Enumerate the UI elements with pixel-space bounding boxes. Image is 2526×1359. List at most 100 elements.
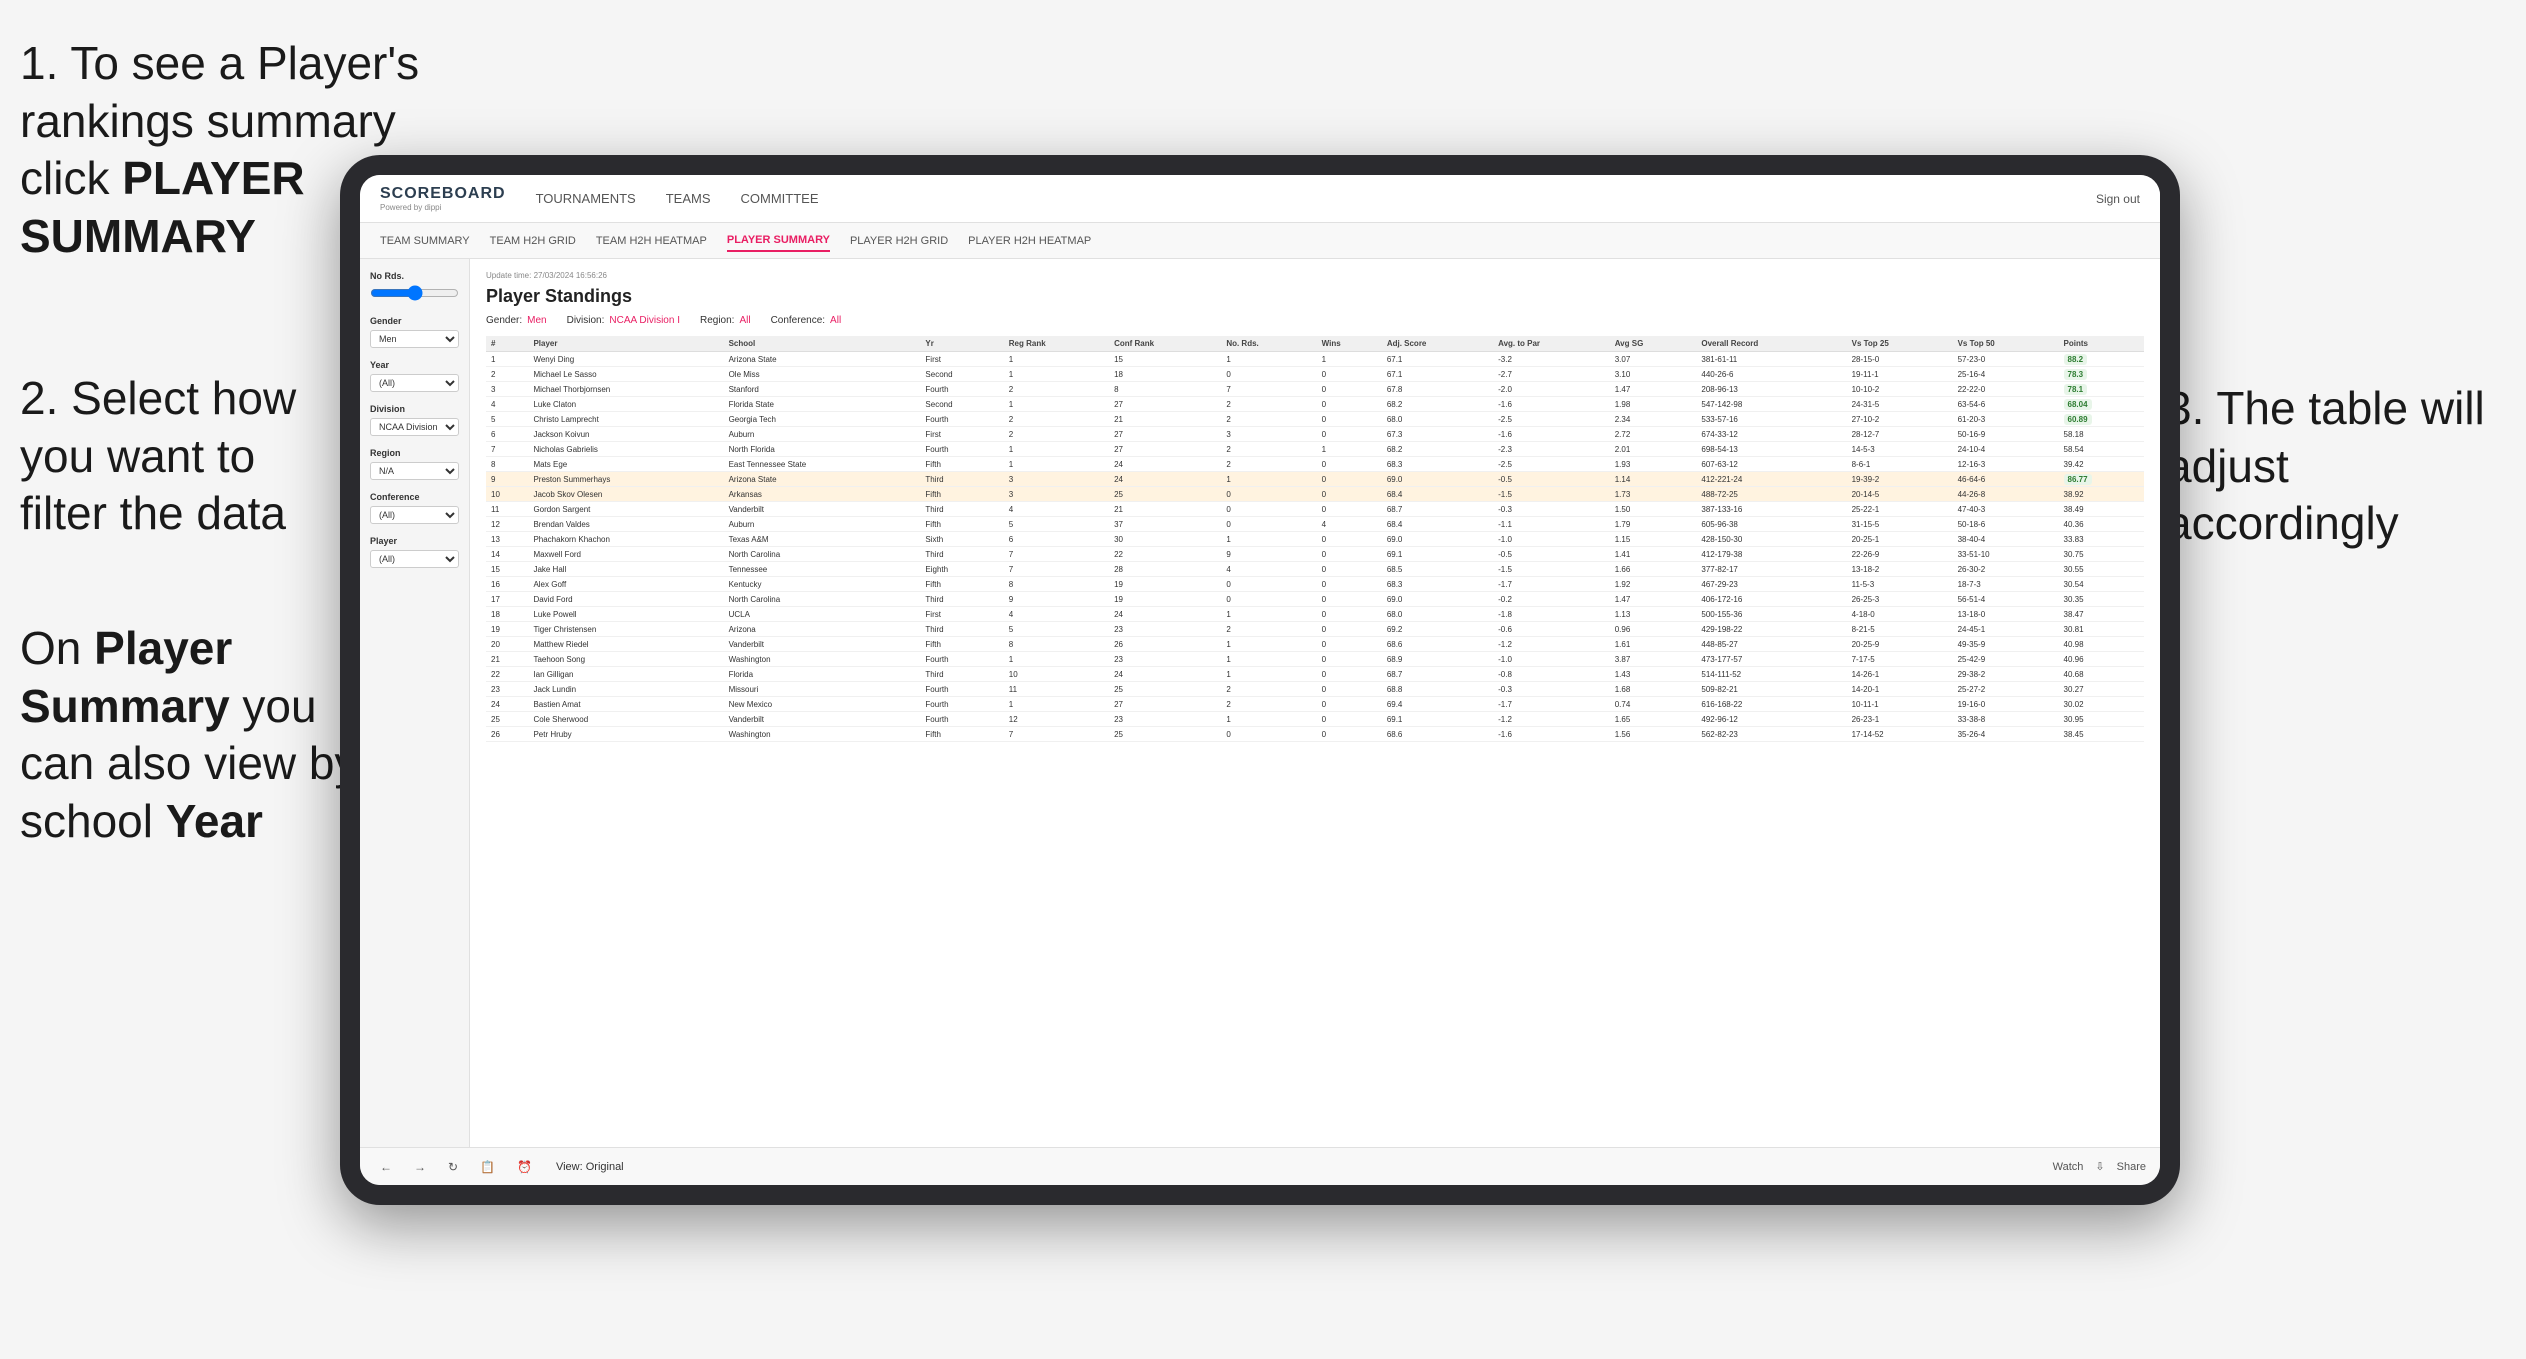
table-cell: 2 (1221, 442, 1316, 457)
toolbar-export-btn[interactable]: ⇩ (2095, 1160, 2104, 1173)
table-row[interactable]: 26Petr HrubyWashingtonFifth7250068.6-1.6… (486, 727, 2144, 742)
table-cell: -0.5 (1493, 547, 1610, 562)
filter-gender-select[interactable]: Men (370, 330, 459, 348)
table-cell: Third (920, 502, 1003, 517)
table-row[interactable]: 22Ian GilliganFloridaThird10241068.7-0.8… (486, 667, 2144, 682)
sub-nav-team-h2h-grid[interactable]: TEAM H2H GRID (490, 231, 576, 251)
table-cell: Tennessee (724, 562, 921, 577)
table-row[interactable]: 25Cole SherwoodVanderbiltFourth12231069.… (486, 712, 2144, 727)
nav-committee[interactable]: COMMITTEE (741, 187, 819, 210)
sub-nav-player-summary[interactable]: PLAYER SUMMARY (727, 230, 830, 252)
table-cell-points: 40.96 (2059, 652, 2144, 667)
table-row[interactable]: 24Bastien AmatNew MexicoFourth1272069.4-… (486, 697, 2144, 712)
table-cell: First (920, 427, 1003, 442)
table-cell: 2 (1221, 697, 1316, 712)
table-row[interactable]: 11Gordon SargentVanderbiltThird4210068.7… (486, 502, 2144, 517)
table-cell: 5 (486, 412, 528, 427)
table-cell-points: 33.83 (2059, 532, 2144, 547)
filter-conference-select[interactable]: (All) (370, 506, 459, 524)
table-row[interactable]: 4Luke ClatonFlorida StateSecond1272068.2… (486, 397, 2144, 412)
table-row[interactable]: 14Maxwell FordNorth CarolinaThird7229069… (486, 547, 2144, 562)
table-cell: 0 (1317, 547, 1382, 562)
table-cell: 1.93 (1610, 457, 1697, 472)
table-row[interactable]: 19Tiger ChristensenArizonaThird5232069.2… (486, 622, 2144, 637)
table-cell: 1 (1004, 652, 1109, 667)
table-cell: Eighth (920, 562, 1003, 577)
table-cell: Arizona State (724, 472, 921, 487)
table-cell: Arizona (724, 622, 921, 637)
toolbar-clock-btn[interactable]: ⏰ (511, 1157, 538, 1177)
table-cell: 1.73 (1610, 487, 1697, 502)
table-row[interactable]: 20Matthew RiedelVanderbiltFifth8261068.6… (486, 637, 2144, 652)
table-cell: 49-35-9 (1953, 637, 2059, 652)
table-row[interactable]: 15Jake HallTennesseeEighth7284068.5-1.51… (486, 562, 2144, 577)
table-cell: 20-14-5 (1847, 487, 1953, 502)
toolbar-back-btn[interactable]: ← (374, 1157, 398, 1177)
sign-out-link[interactable]: Sign out (2096, 192, 2140, 206)
toolbar-forward-btn[interactable]: → (408, 1157, 432, 1177)
table-row[interactable]: 21Taehoon SongWashingtonFourth1231068.9-… (486, 652, 2144, 667)
table-cell: 20-25-1 (1847, 532, 1953, 547)
filter-region-select[interactable]: N/A (370, 462, 459, 480)
table-row[interactable]: 12Brendan ValdesAuburnFifth5370468.4-1.1… (486, 517, 2144, 532)
table-cell: 15 (486, 562, 528, 577)
sub-nav-player-h2h-heatmap[interactable]: PLAYER H2H HEATMAP (968, 231, 1091, 251)
table-row[interactable]: 18Luke PowellUCLAFirst4241068.0-1.81.135… (486, 607, 2144, 622)
table-row[interactable]: 5Christo LamprechtGeorgia TechFourth2212… (486, 412, 2144, 427)
table-row[interactable]: 9Preston SummerhaysArizona StateThird324… (486, 472, 2144, 487)
table-cell: 412-179-38 (1696, 547, 1846, 562)
sub-nav-team-h2h-heatmap[interactable]: TEAM H2H HEATMAP (596, 231, 707, 251)
table-row[interactable]: 6Jackson KoivunAuburnFirst2273067.3-1.62… (486, 427, 2144, 442)
table-row[interactable]: 3Michael ThorbjornsenStanfordFourth28706… (486, 382, 2144, 397)
nav-teams[interactable]: TEAMS (666, 187, 711, 210)
table-cell: 547-142-98 (1696, 397, 1846, 412)
logo-sub: Powered by dippi (380, 203, 506, 212)
table-row[interactable]: 8Mats EgeEast Tennessee StateFifth124206… (486, 457, 2144, 472)
table-cell: 68.6 (1382, 637, 1493, 652)
table-row[interactable]: 10Jacob Skov OlesenArkansasFifth3250068.… (486, 487, 2144, 502)
table-row[interactable]: 16Alex GoffKentuckyFifth8190068.3-1.71.9… (486, 577, 2144, 592)
sub-nav-team-summary[interactable]: TEAM SUMMARY (380, 231, 470, 251)
sub-nav-player-h2h-grid[interactable]: PLAYER H2H GRID (850, 231, 948, 251)
table-cell: 19-16-0 (1953, 697, 2059, 712)
table-cell: 1.14 (1610, 472, 1697, 487)
toolbar-view-label: View: Original (556, 1161, 624, 1173)
table-cell: 2.34 (1610, 412, 1697, 427)
table-cell: Cole Sherwood (528, 712, 723, 727)
filter-no-rds-slider[interactable] (370, 285, 459, 301)
table-cell: 0 (1317, 502, 1382, 517)
table-row[interactable]: 13Phachakorn KhachonTexas A&MSixth630106… (486, 532, 2144, 547)
table-cell: 2 (1221, 397, 1316, 412)
table-cell: 22 (486, 667, 528, 682)
table-cell: 3.10 (1610, 367, 1697, 382)
nav-tournaments[interactable]: TOURNAMENTS (536, 187, 636, 210)
table-cell: 8-6-1 (1847, 457, 1953, 472)
toolbar-watch-btn[interactable]: Watch (2053, 1161, 2084, 1173)
filter-year-select[interactable]: (All) (370, 374, 459, 392)
table-cell: 412-221-24 (1696, 472, 1846, 487)
table-row[interactable]: 1Wenyi DingArizona StateFirst1151167.1-3… (486, 352, 2144, 367)
table-cell: 26-25-3 (1847, 592, 1953, 607)
table-cell: 68.2 (1382, 397, 1493, 412)
toolbar-refresh-btn[interactable]: ↻ (442, 1157, 464, 1177)
table-cell: Fifth (920, 727, 1003, 742)
logo-text: SCOREBOARD (380, 185, 506, 203)
filter-display-division-label: Division: (567, 315, 605, 326)
table-cell: 25-27-2 (1953, 682, 2059, 697)
table-cell: 0 (1317, 592, 1382, 607)
table-row[interactable]: 23Jack LundinMissouriFourth11252068.8-0.… (486, 682, 2144, 697)
toolbar-share-btn[interactable]: Share (2117, 1161, 2146, 1173)
table-cell: 2.72 (1610, 427, 1697, 442)
table-cell: 3.87 (1610, 652, 1697, 667)
filter-display-gender: Gender: Men (486, 315, 547, 326)
table-row[interactable]: 2Michael Le SassoOle MissSecond1180067.1… (486, 367, 2144, 382)
table-cell: 674-33-12 (1696, 427, 1846, 442)
filter-player-select[interactable]: (All) (370, 550, 459, 568)
table-row[interactable]: 7Nicholas GabrielisNorth FloridaFourth12… (486, 442, 2144, 457)
table-cell-points: 30.35 (2059, 592, 2144, 607)
toolbar-copy-btn[interactable]: 📋 (474, 1157, 501, 1177)
table-cell: 24 (486, 697, 528, 712)
table-row[interactable]: 17David FordNorth CarolinaThird9190069.0… (486, 592, 2144, 607)
table-cell: 10-10-2 (1847, 382, 1953, 397)
filter-division-select[interactable]: NCAA Division I (370, 418, 459, 436)
